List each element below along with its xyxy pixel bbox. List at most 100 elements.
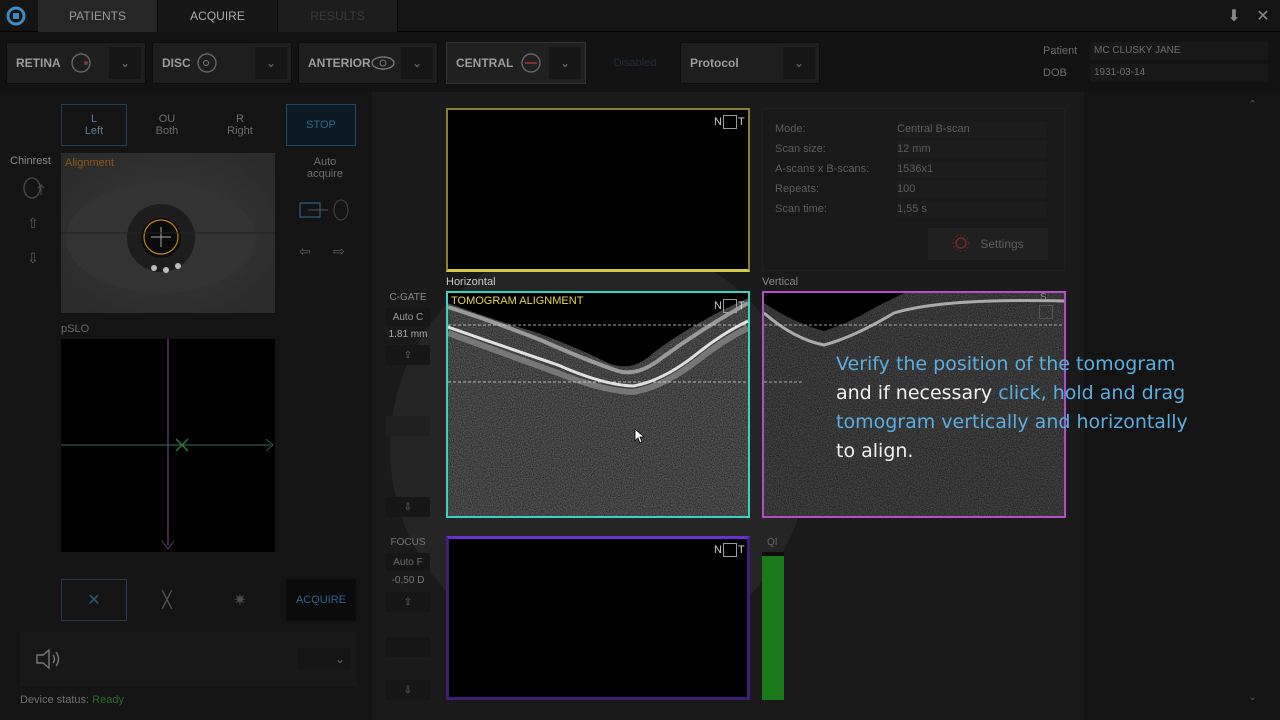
tab-results[interactable]: RESULTS xyxy=(278,0,398,32)
protocol-label: Protocol xyxy=(690,56,739,70)
cgate-label: C-GATE xyxy=(389,292,427,303)
hint-line-2b: click, hold and drag xyxy=(998,382,1186,404)
hint-line-2: and if necessary click, hold and drag xyxy=(836,379,1196,408)
cgate-up-icon[interactable]: ⇧ xyxy=(386,345,430,365)
pslo-view[interactable] xyxy=(61,339,275,552)
eye-right-button[interactable]: R Right xyxy=(207,104,273,146)
orientation-s: S xyxy=(1040,292,1047,303)
protocol-select[interactable]: Protocol ⌄ xyxy=(680,42,820,84)
chevron-down-icon: ⌄ xyxy=(559,56,571,70)
info-mode-value: Central B-scan xyxy=(897,121,1047,137)
orientation-tag: NT xyxy=(714,115,745,129)
disabled-option: Disabled xyxy=(613,57,657,69)
mode-disc[interactable]: DISC ⌄ xyxy=(152,42,292,84)
info-mode-label: Mode: xyxy=(775,123,806,135)
chinrest-head-icon xyxy=(20,176,46,202)
chevron-down-icon: ⌄ xyxy=(119,56,131,70)
chinrest-up-icon[interactable]: ⇧ xyxy=(20,210,46,236)
device-status-label: Device status: xyxy=(20,694,90,706)
expand-icon[interactable] xyxy=(722,299,737,313)
fixation-button[interactable]: ✷ xyxy=(207,579,273,621)
tab-acquire[interactable]: ACQUIRE xyxy=(158,0,278,32)
sub-scan-frame[interactable] xyxy=(446,536,750,700)
en-face-scan-frame[interactable] xyxy=(446,108,750,272)
central-eye-icon xyxy=(518,50,544,76)
anterior-eye-icon xyxy=(370,50,396,76)
eye-both-long: Both xyxy=(155,125,179,137)
scroll-up-icon[interactable]: ⌃ xyxy=(1248,98,1257,111)
mode-retina-dropdown[interactable]: ⌄ xyxy=(109,47,141,79)
auto-acquire-line1: Auto xyxy=(313,156,337,168)
gear-icon xyxy=(952,234,970,255)
orientation-n: N xyxy=(714,116,722,128)
audio-language-select[interactable]: ⌄ xyxy=(297,648,351,670)
scroll-down-icon[interactable]: ⌄ xyxy=(1248,690,1257,703)
qi-label: QI xyxy=(767,537,778,548)
cgate-auto-button[interactable]: Auto C xyxy=(386,308,430,326)
cross-target-button[interactable]: ╳ xyxy=(134,579,200,621)
mode-central-dropdown[interactable]: ⌄ xyxy=(549,47,581,79)
eye-left-short: L xyxy=(90,113,98,125)
close-icon[interactable]: ✕ xyxy=(1251,4,1275,28)
hint-line-2a: and if necessary xyxy=(836,382,999,404)
cgate-down-icon[interactable]: ⇩ xyxy=(386,497,430,517)
chevron-down-icon: ⌄ xyxy=(265,56,277,70)
tab-patients[interactable]: PATIENTS xyxy=(38,0,158,32)
cgate-slider[interactable] xyxy=(386,416,430,436)
hint-line-1: Verify the position of the tomogram xyxy=(836,353,1176,375)
expand-icon[interactable] xyxy=(722,115,737,129)
hint-line-4: to align. xyxy=(836,440,914,462)
chevron-down-icon: ⌄ xyxy=(411,56,423,70)
disc-eye-icon xyxy=(194,50,220,76)
settings-button[interactable]: Settings xyxy=(928,228,1048,260)
move-right-icon[interactable]: ⇨ xyxy=(326,238,352,264)
focus-up-icon[interactable]: ⇧ xyxy=(386,592,430,612)
chinrest-down-icon[interactable]: ⇩ xyxy=(20,245,46,271)
alignment-label: Alignment xyxy=(65,157,114,169)
auto-acquire-line2: acquire xyxy=(306,168,344,180)
download-icon[interactable]: ⬇ xyxy=(1222,4,1246,28)
move-left-icon[interactable]: ⇦ xyxy=(292,238,318,264)
retina-eye-icon xyxy=(68,50,94,76)
focus-down-icon[interactable]: ⇩ xyxy=(386,680,430,700)
vertical-expand-icon[interactable] xyxy=(1039,305,1053,319)
info-scan-size-value: 12 mm xyxy=(897,141,1047,157)
info-ascans-value: 1536x1 xyxy=(897,161,1047,177)
mode-anterior-dropdown[interactable]: ⌄ xyxy=(401,47,433,79)
qi-meter xyxy=(762,552,784,700)
qi-meter-fill xyxy=(762,556,784,700)
mode-disc-label: DISC xyxy=(162,56,191,70)
focus-auto-button[interactable]: Auto F xyxy=(386,553,430,571)
mode-disc-dropdown[interactable]: ⌄ xyxy=(255,47,287,79)
info-ascans-label: A-scans x B-scans: xyxy=(775,163,870,175)
device-status-value: Ready xyxy=(92,694,124,706)
chevron-down-icon: ⌄ xyxy=(334,652,345,666)
horizontal-tomogram[interactable] xyxy=(446,291,750,518)
app-logo-icon[interactable] xyxy=(0,0,32,32)
orientation-tag: NT xyxy=(714,299,745,313)
auto-acquire-toggle[interactable]: Auto acquire xyxy=(305,156,345,180)
mode-anterior-label: ANTERIOR xyxy=(308,56,371,70)
focus-slider[interactable] xyxy=(386,637,430,657)
cross-target-icon: ╳ xyxy=(162,592,172,609)
orientation-t: T xyxy=(737,544,745,556)
info-repeats-value: 100 xyxy=(897,181,1047,197)
chinrest-label: Chinrest xyxy=(10,155,51,167)
protocol-dropdown[interactable]: ⌄ xyxy=(783,47,815,79)
speaker-icon[interactable] xyxy=(34,645,64,673)
eye-left-button[interactable]: L Left xyxy=(61,104,127,146)
eye-left-long: Left xyxy=(84,125,104,137)
mode-retina[interactable]: RETINA ⌄ xyxy=(6,42,146,84)
stop-button[interactable]: STOP xyxy=(286,104,356,146)
expand-icon[interactable] xyxy=(722,543,737,557)
mode-anterior[interactable]: ANTERIOR ⌄ xyxy=(298,42,438,84)
mode-central[interactable]: CENTRAL ⌄ xyxy=(446,42,586,84)
acquire-button[interactable]: ACQUIRE xyxy=(286,579,356,621)
cancel-scan-button[interactable]: ✕ xyxy=(61,579,127,621)
alignment-camera-view xyxy=(61,153,275,313)
headrest-position-icon xyxy=(298,198,350,226)
eye-both-button[interactable]: OU Both xyxy=(134,104,200,146)
chevron-down-icon: ⌄ xyxy=(793,56,805,70)
orientation-n: N xyxy=(714,544,722,556)
fixation-icon: ✷ xyxy=(233,592,247,609)
